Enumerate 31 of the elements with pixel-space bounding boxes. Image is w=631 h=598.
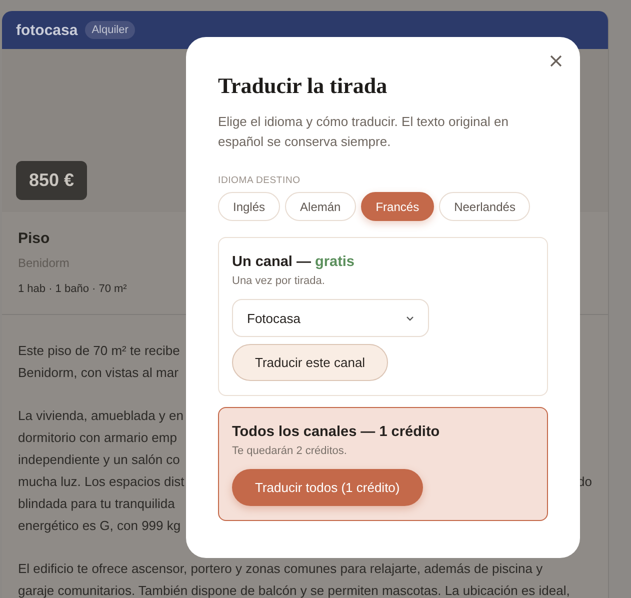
description-text: energético es G, con 999 kg xyxy=(18,517,181,535)
description-text: Benidorm, con vistas al mar xyxy=(18,364,178,382)
option-title: Todos los canales — 1 crédito xyxy=(232,424,440,440)
property-type: Piso xyxy=(18,230,50,247)
close-icon xyxy=(550,55,562,67)
option-title: Un canal — gratis xyxy=(232,254,354,270)
description-text: garaje comunitarios. También dispone de balcón y se permiten mascotas. La ubicación es ideal, xyxy=(18,582,570,598)
dialog-title: Traducir la tirada xyxy=(218,73,388,99)
price-badge: 850 € xyxy=(16,161,88,200)
chevron-down-icon xyxy=(406,316,414,320)
language-chip[interactable]: Inglés xyxy=(218,192,280,221)
description-text: dormitorio con armario emp xyxy=(18,429,177,447)
description-text: independiente y un salón co xyxy=(18,451,180,469)
description-text: blindada para tu tranquilida xyxy=(18,495,175,513)
description-text: Este piso de 70 m² te recibe xyxy=(18,342,180,360)
site-logo[interactable]: fotocasa xyxy=(16,22,78,38)
dialog-description: Elige el idioma y cómo traducir. El texto original en español se conserva siempre. xyxy=(218,113,510,151)
description-text: La vivienda, amueblada y en xyxy=(18,407,184,425)
option-note: Te quedarán 2 créditos. xyxy=(232,445,347,457)
property-features: 1 hab · 1 baño · 70 m² xyxy=(18,283,127,295)
description-text: mucha luz. Los espacios dist xyxy=(18,473,184,491)
language-chip[interactable]: Neerlandés xyxy=(439,192,530,221)
language-label: IDIOMA DESTINO xyxy=(218,175,302,186)
description-text: El edificio te ofrece ascensor, portero y zonas comunes para relajarte, además de piscina y xyxy=(18,560,543,578)
listing-type-badge: Alquiler xyxy=(84,21,136,39)
channel-select[interactable]: Fotocasa xyxy=(232,299,429,337)
translate-button[interactable]: Traducir este canal xyxy=(232,344,388,381)
translate-all-button[interactable]: Traducir todos (1 crédito) xyxy=(232,469,423,506)
language-chip[interactable]: Francés xyxy=(360,192,434,221)
language-chip[interactable]: Alemán xyxy=(285,192,356,221)
option-note: Una vez por tirada. xyxy=(232,275,325,287)
